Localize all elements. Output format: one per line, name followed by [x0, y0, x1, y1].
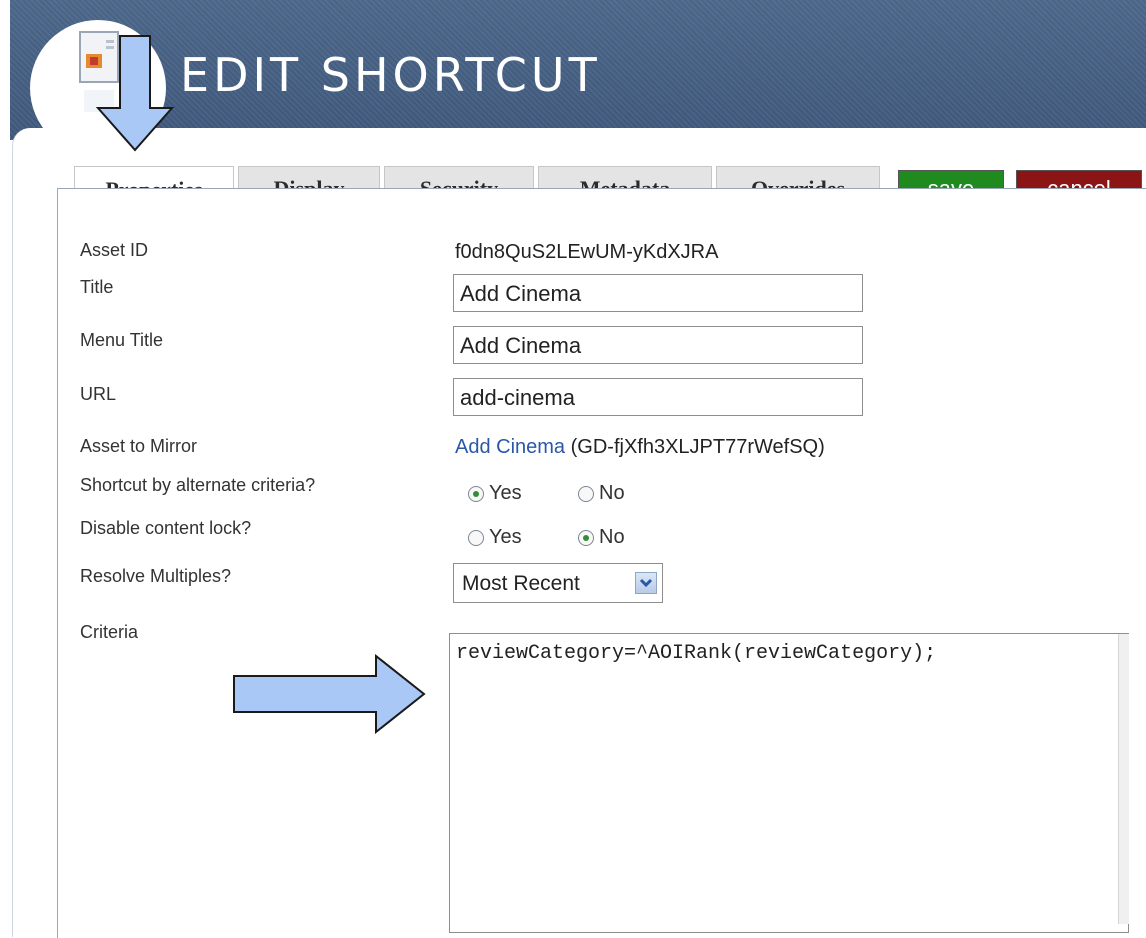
url-input[interactable]: add-cinema [453, 378, 863, 416]
resolve-multiples-select[interactable]: Most Recent [453, 563, 663, 603]
shortcut-alt-yes-radio[interactable]: Yes [468, 482, 522, 505]
disable-content-lock-label: Disable content lock? [80, 518, 252, 538]
radio-selected-icon [468, 485, 484, 502]
disable-lock-no-radio[interactable]: No [578, 526, 625, 549]
menu-title-input[interactable]: Add Cinema [453, 326, 863, 364]
disable-lock-yes-radio[interactable]: Yes [468, 526, 522, 549]
down-arrow-annotation [95, 35, 175, 152]
criteria-scrollbar[interactable] [1118, 634, 1129, 924]
radio-unselected-icon [468, 529, 484, 546]
asset-to-mirror-link[interactable]: Add Cinema [455, 436, 565, 458]
radio-no-label: No [599, 526, 625, 548]
page-title: EDIT SHORTCUT [180, 48, 601, 102]
menu-title-label: Menu Title [80, 330, 164, 350]
radio-unselected-icon [578, 485, 594, 502]
criteria-textarea[interactable]: reviewCategory=^AOIRank(reviewCategory); [449, 633, 1129, 933]
radio-yes-label: Yes [489, 482, 522, 504]
asset-to-mirror-id: (GD-fjXfh3XLJPT77rWefSQ) [570, 436, 825, 458]
url-label: URL [80, 384, 117, 404]
radio-no-label: No [599, 482, 625, 504]
shortcut-alt-no-radio[interactable]: No [578, 482, 625, 505]
title-label: Title [80, 277, 114, 297]
asset-to-mirror-label: Asset to Mirror [80, 436, 198, 456]
chevron-down-icon[interactable] [635, 572, 657, 594]
radio-yes-label: Yes [489, 526, 522, 548]
resolve-multiples-label: Resolve Multiples? [80, 566, 232, 586]
radio-selected-icon [578, 529, 594, 546]
right-arrow-annotation [233, 654, 426, 734]
asset-id-label: Asset ID [80, 240, 149, 260]
resolve-multiples-value: Most Recent [462, 572, 580, 595]
shortcut-alt-criteria-label: Shortcut by alternate criteria? [80, 475, 316, 495]
asset-to-mirror-value: Add Cinema (GD-fjXfh3XLJPT77rWefSQ) [455, 436, 825, 459]
header-left-edge [0, 0, 10, 140]
criteria-label: Criteria [80, 622, 139, 642]
title-input[interactable]: Add Cinema [453, 274, 863, 312]
asset-id-value: f0dn8QuS2LEwUM-yKdXJRA [455, 241, 719, 263]
